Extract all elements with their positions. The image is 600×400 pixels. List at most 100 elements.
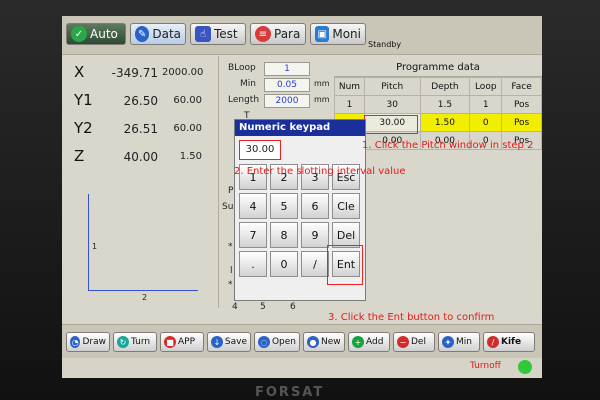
tab-label: Data — [152, 27, 181, 41]
bloop-field[interactable]: 1 — [264, 62, 310, 76]
keypad-title: Numeric keypad — [235, 120, 365, 136]
gauge-icon: ≡ — [255, 26, 271, 42]
tab-moni[interactable]: ▣ Moni — [310, 23, 366, 45]
min-button[interactable]: ✦ Min — [438, 332, 480, 352]
axis-speed: 1.50 — [179, 151, 202, 162]
axis-row-z: Z 40.00 1.50 — [68, 144, 216, 168]
param-unit: mm — [314, 79, 330, 88]
status-led-icon — [518, 360, 532, 374]
param-bloop: BLoop 1 — [226, 62, 336, 76]
axis-position: 26.51 — [123, 122, 158, 136]
knife-button[interactable]: / Kife — [483, 332, 535, 352]
obscured-label: * — [228, 280, 233, 290]
hand-icon: ☝ — [195, 26, 211, 42]
button-label: Open — [271, 337, 296, 347]
table-cell[interactable]: 1.5 — [419, 95, 471, 114]
table-cell[interactable]: 1 — [469, 95, 503, 114]
param-length: Length 2000 mm — [226, 94, 336, 108]
table-cell[interactable]: 30 — [363, 95, 421, 114]
tab-data[interactable]: ✎ Data — [130, 23, 186, 45]
key-clear[interactable]: Cle — [332, 193, 360, 219]
table-cell[interactable]: 1.50 — [419, 113, 471, 132]
open-button[interactable]: ◌ Open — [254, 332, 300, 352]
delete-button[interactable]: − Del — [393, 332, 435, 352]
draw-button[interactable]: ◔ Draw — [66, 332, 110, 352]
key-4[interactable]: 4 — [239, 193, 267, 219]
column-header: Pitch — [363, 77, 421, 96]
key-dot[interactable]: . — [239, 251, 267, 277]
draw-icon: ◔ — [70, 336, 81, 348]
axis-row-x: X -349.71 2000.00 — [68, 60, 216, 84]
delete-icon: − — [397, 336, 409, 348]
key-slash[interactable]: / — [301, 251, 329, 277]
axis-position: 40.00 — [123, 150, 158, 164]
axis-position: 26.50 — [123, 94, 158, 108]
save-icon: ↓ — [211, 336, 223, 348]
turnoff-indicator: Turnoff — [470, 361, 501, 371]
add-button[interactable]: + Add — [348, 332, 390, 352]
hmi-screen: ✓ Auto ✎ Data ☝ Test ≡ Para ▣ Moni Stand… — [62, 16, 542, 378]
table-cell: 1 — [334, 95, 365, 114]
turn-icon: ↻ — [117, 336, 129, 348]
button-label: Min — [456, 337, 472, 347]
pencil-icon: ✎ — [135, 26, 150, 42]
key-5[interactable]: 5 — [270, 193, 298, 219]
tab-para[interactable]: ≡ Para — [250, 23, 306, 45]
obscured-label: Su — [222, 202, 234, 212]
axis-position-panel: X -349.71 2000.00 Y1 26.50 60.00 Y2 26.5… — [68, 60, 216, 168]
param-label: Min — [240, 79, 256, 89]
min-field[interactable]: 0.05 — [264, 78, 310, 92]
instruction-step-3: 3. Click the Ent button to confirm — [328, 312, 495, 323]
table-cell[interactable]: 0 — [469, 113, 503, 132]
save-button[interactable]: ↓ Save — [207, 332, 251, 352]
column-header: Num — [334, 77, 365, 96]
key-9[interactable]: 9 — [301, 222, 329, 248]
column-header: Depth — [419, 77, 471, 96]
trajectory-plot: 1 2 — [70, 176, 214, 304]
axis-row-y1: Y1 26.50 60.00 — [68, 88, 216, 112]
column-header: Loop — [469, 77, 503, 96]
keypad-display[interactable]: 30.00 — [239, 140, 281, 160]
button-label: New — [321, 337, 341, 347]
parameter-panel: BLoop 1 Min 0.05 mm Length 2000 mm T — [226, 60, 336, 121]
column-header: Face — [501, 77, 542, 96]
status-bar: Turnoff — [62, 358, 542, 378]
panel-divider — [218, 56, 219, 308]
table-cell[interactable]: Pos — [501, 113, 542, 132]
ent-highlight-frame — [327, 245, 363, 285]
axis-row-y2: Y2 26.51 60.00 — [68, 116, 216, 140]
radio-5[interactable]: 5 — [260, 302, 266, 312]
monitor-icon: ▣ — [315, 26, 330, 42]
plot-y-label: 1 — [92, 242, 98, 251]
check-icon: ✓ — [71, 26, 87, 42]
table-row[interactable]: 1 30 1.5 1 Pos — [334, 95, 542, 114]
param-label: BLoop — [228, 63, 256, 73]
status-text: Standby — [368, 40, 402, 49]
radio-4[interactable]: 4 — [232, 302, 238, 312]
axis-position: -349.71 — [111, 66, 158, 80]
add-icon: + — [352, 336, 364, 348]
new-button[interactable]: ● New — [303, 332, 345, 352]
key-7[interactable]: 7 — [239, 222, 267, 248]
key-6[interactable]: 6 — [301, 193, 329, 219]
key-0[interactable]: 0 — [270, 251, 298, 277]
table-cell[interactable]: Pos — [501, 95, 542, 114]
param-min: Min 0.05 mm — [226, 78, 336, 92]
radio-6[interactable]: 6 — [290, 302, 296, 312]
length-field[interactable]: 2000 — [264, 94, 310, 108]
obscured-label: l — [230, 266, 233, 276]
key-8[interactable]: 8 — [270, 222, 298, 248]
app-icon: ■ — [164, 336, 176, 348]
button-label: Save — [224, 337, 247, 347]
app-button[interactable]: ■ APP — [160, 332, 204, 352]
axis-name: X — [74, 63, 85, 81]
turn-button[interactable]: ↻ Turn — [113, 332, 157, 352]
top-tab-bar: ✓ Auto ✎ Data ☝ Test ≡ Para ▣ Moni Stand… — [62, 16, 542, 55]
axis-name: Z — [74, 147, 85, 165]
tab-label: Auto — [90, 27, 118, 41]
tab-auto[interactable]: ✓ Auto — [66, 23, 126, 45]
programme-title: Programme data — [334, 60, 542, 77]
axis-speed: 60.00 — [173, 123, 202, 134]
min-icon: ✦ — [442, 336, 454, 348]
tab-test[interactable]: ☝ Test — [190, 23, 246, 45]
